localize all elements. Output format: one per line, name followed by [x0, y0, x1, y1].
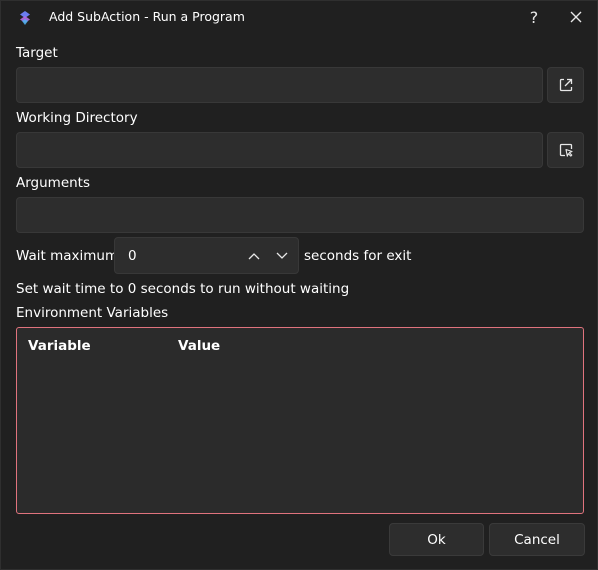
- wait-maximum-label: Wait maximum: [16, 248, 119, 264]
- chevron-up-icon: [248, 253, 260, 260]
- app-logo-icon: [17, 10, 33, 26]
- target-input[interactable]: [16, 67, 543, 103]
- close-button[interactable]: [563, 5, 589, 29]
- working-directory-input[interactable]: [16, 132, 543, 168]
- wait-seconds-input[interactable]: 0: [114, 237, 299, 274]
- working-directory-label: Working Directory: [16, 110, 138, 126]
- help-button[interactable]: ?: [521, 5, 547, 29]
- open-target-button[interactable]: [547, 67, 584, 103]
- arguments-input[interactable]: [16, 197, 584, 233]
- close-icon: [570, 11, 582, 23]
- title-bar: Add SubAction - Run a Program ?: [1, 1, 598, 34]
- browse-select-icon: [559, 143, 573, 157]
- decrement-button[interactable]: [271, 245, 293, 267]
- environment-variables-label: Environment Variables: [16, 305, 169, 321]
- browse-directory-button[interactable]: [547, 132, 584, 168]
- environment-variables-table[interactable]: Variable Value: [16, 327, 584, 514]
- cancel-button[interactable]: Cancel: [489, 523, 585, 556]
- wait-hint-text: Set wait time to 0 seconds to run withou…: [16, 281, 350, 297]
- target-label: Target: [16, 45, 58, 61]
- help-icon: ?: [529, 7, 539, 27]
- column-header-value[interactable]: Value: [178, 338, 220, 354]
- window-title: Add SubAction - Run a Program: [49, 9, 245, 24]
- arguments-label: Arguments: [16, 175, 91, 191]
- wait-suffix-label: seconds for exit: [304, 248, 412, 264]
- open-external-icon: [559, 78, 572, 92]
- column-header-variable[interactable]: Variable: [28, 338, 91, 354]
- increment-button[interactable]: [243, 245, 265, 267]
- ok-button[interactable]: Ok: [389, 523, 484, 556]
- chevron-down-icon: [276, 252, 288, 259]
- run-program-dialog: Add SubAction - Run a Program ? Target W…: [0, 0, 598, 570]
- wait-seconds-value: 0: [128, 248, 137, 264]
